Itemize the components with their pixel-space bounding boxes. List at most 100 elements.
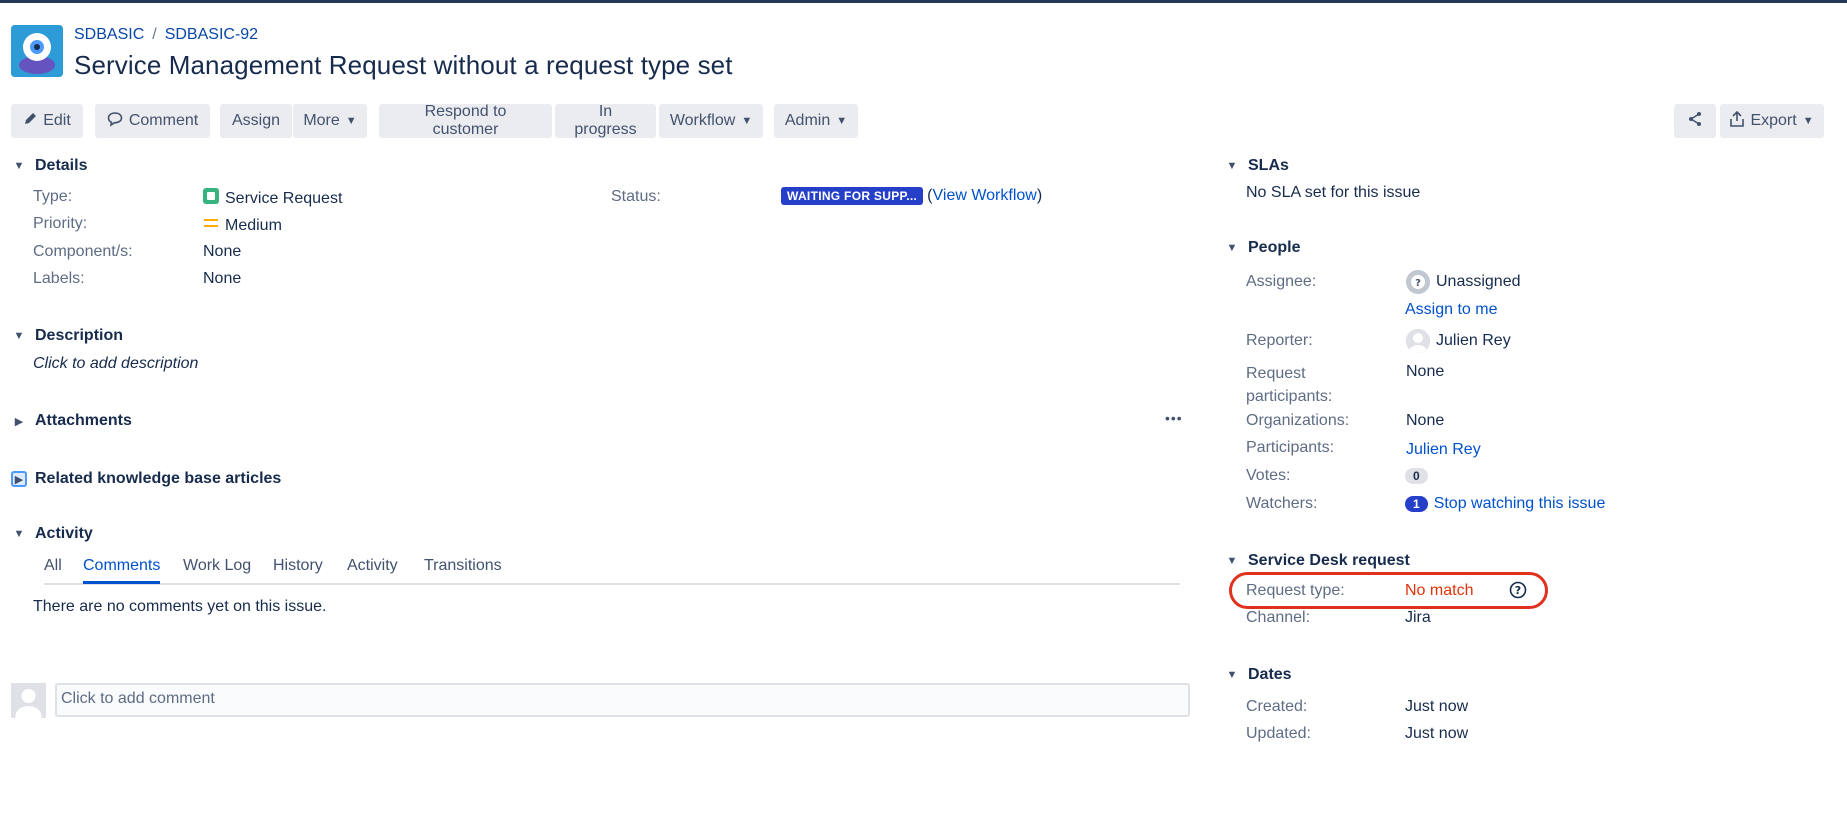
activity-section-toggle[interactable]: ▼ Activity xyxy=(11,525,93,543)
assign-to-me-link[interactable]: Assign to me xyxy=(1405,301,1497,319)
chevron-down-icon: ▼ xyxy=(13,160,25,172)
avatar xyxy=(1406,329,1430,353)
assignee-value[interactable]: ? Unassigned xyxy=(1406,270,1521,294)
updated-value: Just now xyxy=(1405,725,1469,742)
request-participants-value[interactable]: None xyxy=(1406,363,1444,381)
project-avatar[interactable] xyxy=(11,25,63,77)
admin-button-label: Admin xyxy=(784,112,831,129)
tab-work-log[interactable]: Work Log xyxy=(183,557,251,575)
components-value[interactable]: None xyxy=(203,243,241,261)
chevron-down-icon: ▼ xyxy=(1226,555,1238,567)
components-label: Component/s: xyxy=(33,243,133,260)
knowledge-base-section-toggle[interactable]: ▶ Related knowledge base articles xyxy=(11,470,281,488)
service-desk-section-toggle[interactable]: ▼ Service Desk request xyxy=(1224,552,1410,570)
assign-button[interactable]: Assign xyxy=(220,104,292,138)
description-field[interactable]: Click to add description xyxy=(33,355,198,373)
slas-heading: SLAs xyxy=(1248,157,1289,174)
issue-title[interactable]: Service Management Request without a req… xyxy=(74,50,733,81)
breadcrumb-project-link[interactable]: SDBASIC xyxy=(74,26,144,44)
share-button[interactable] xyxy=(1674,104,1716,138)
labels-value[interactable]: None xyxy=(203,270,241,288)
watchers-label: Watchers: xyxy=(1246,495,1318,512)
knowledge-base-heading: Related knowledge base articles xyxy=(35,470,282,487)
more-icon[interactable]: ••• xyxy=(1165,410,1183,426)
svg-text:?: ? xyxy=(1415,278,1421,289)
edit-button-label: Edit xyxy=(43,112,71,129)
people-section-toggle[interactable]: ▼ People xyxy=(1224,239,1301,257)
priority-value[interactable]: Medium xyxy=(203,215,282,236)
tab-all[interactable]: All xyxy=(44,557,62,575)
chevron-right-icon: ▶ xyxy=(14,415,24,428)
request-type-label: Request type: xyxy=(1246,582,1345,599)
dates-section-toggle[interactable]: ▼ Dates xyxy=(1224,666,1292,684)
comment-button-label: Comment xyxy=(128,112,199,129)
export-button[interactable]: Export ▼ xyxy=(1720,104,1824,138)
breadcrumb: SDBASIC / SDBASIC-92 xyxy=(74,26,258,44)
status-label: Status: xyxy=(611,188,661,205)
chevron-down-icon: ▼ xyxy=(13,330,25,342)
workflow-button[interactable]: Workflow ▼ xyxy=(659,104,763,138)
chevron-down-icon: ▼ xyxy=(345,115,357,127)
avatar xyxy=(11,683,46,718)
organizations-label: Organizations: xyxy=(1246,412,1350,429)
people-heading: People xyxy=(1248,239,1301,256)
organizations-value[interactable]: None xyxy=(1406,412,1444,430)
slas-empty-message: No SLA set for this issue xyxy=(1246,184,1421,201)
description-heading: Description xyxy=(35,327,124,344)
watchers-value: 1 Stop watching this issue xyxy=(1405,495,1605,513)
tab-history[interactable]: History xyxy=(273,557,323,575)
comment-button[interactable]: Comment xyxy=(95,104,210,138)
created-label: Created: xyxy=(1246,698,1308,715)
request-participants-label-line1: Request xyxy=(1246,365,1306,382)
more-button[interactable]: More ▼ xyxy=(293,104,367,138)
channel-value: Jira xyxy=(1405,609,1431,626)
votes-label: Votes: xyxy=(1246,467,1291,484)
breadcrumb-issue-link[interactable]: SDBASIC-92 xyxy=(165,26,258,44)
assignee-value-text: Unassigned xyxy=(1436,273,1521,290)
participants-link[interactable]: Julien Rey xyxy=(1406,441,1481,459)
participants-label: Participants: xyxy=(1246,439,1335,456)
respond-button-label: Respond to customer xyxy=(424,103,507,138)
tab-comments[interactable]: Comments xyxy=(83,557,161,584)
in-progress-button[interactable]: In progress xyxy=(555,103,656,138)
slas-section-toggle[interactable]: ▼ SLAs xyxy=(1224,157,1289,175)
chevron-right-icon: ▶ xyxy=(11,471,27,487)
dates-heading: Dates xyxy=(1248,666,1292,683)
in-progress-button-label: In progress xyxy=(574,103,637,138)
admin-button[interactable]: Admin ▼ xyxy=(774,104,858,138)
edit-button[interactable]: Edit xyxy=(11,104,83,138)
chevron-down-icon: ▼ xyxy=(1226,669,1238,681)
assignee-label: Assignee: xyxy=(1246,273,1317,290)
svg-text:?: ? xyxy=(1515,584,1521,597)
more-button-label: More xyxy=(303,112,340,129)
description-section-toggle[interactable]: ▼ Description xyxy=(11,327,123,345)
details-section-toggle[interactable]: ▼ Details xyxy=(11,157,88,175)
tab-activity[interactable]: Activity xyxy=(347,557,398,575)
reporter-value[interactable]: Julien Rey xyxy=(1406,329,1511,353)
status-value: WAITING FOR SUPP... (View Workflow) xyxy=(781,187,1042,205)
reporter-value-text: Julien Rey xyxy=(1436,332,1511,349)
details-heading: Details xyxy=(35,157,88,174)
type-value[interactable]: Service Request xyxy=(203,188,342,209)
votes-badge: 0 xyxy=(1405,468,1428,484)
status-lozenge: WAITING FOR SUPP... xyxy=(781,187,924,205)
votes-value[interactable]: 0 xyxy=(1405,468,1428,484)
stop-watching-link[interactable]: Stop watching this issue xyxy=(1434,495,1606,513)
attachments-section-toggle[interactable]: ▶ Attachments xyxy=(11,412,132,430)
breadcrumb-separator: / xyxy=(152,26,157,43)
labels-label: Labels: xyxy=(33,270,85,287)
chevron-down-icon: ▼ xyxy=(1802,115,1814,127)
help-icon[interactable]: ? xyxy=(1509,581,1527,599)
view-workflow-link[interactable]: View Workflow xyxy=(933,187,1037,205)
chevron-down-icon: ▼ xyxy=(13,528,25,540)
top-border xyxy=(0,0,1847,3)
tab-transitions[interactable]: Transitions xyxy=(424,557,502,575)
chevron-down-icon: ▼ xyxy=(836,115,848,127)
request-type-value[interactable]: No match xyxy=(1405,582,1473,600)
service-request-icon xyxy=(203,188,219,209)
assign-button-label: Assign xyxy=(231,112,281,129)
respond-to-customer-button[interactable]: Respond to customer xyxy=(379,103,552,138)
share-icon xyxy=(1687,111,1703,132)
add-comment-field[interactable]: Click to add comment xyxy=(55,683,1190,717)
chevron-down-icon: ▼ xyxy=(741,115,753,127)
